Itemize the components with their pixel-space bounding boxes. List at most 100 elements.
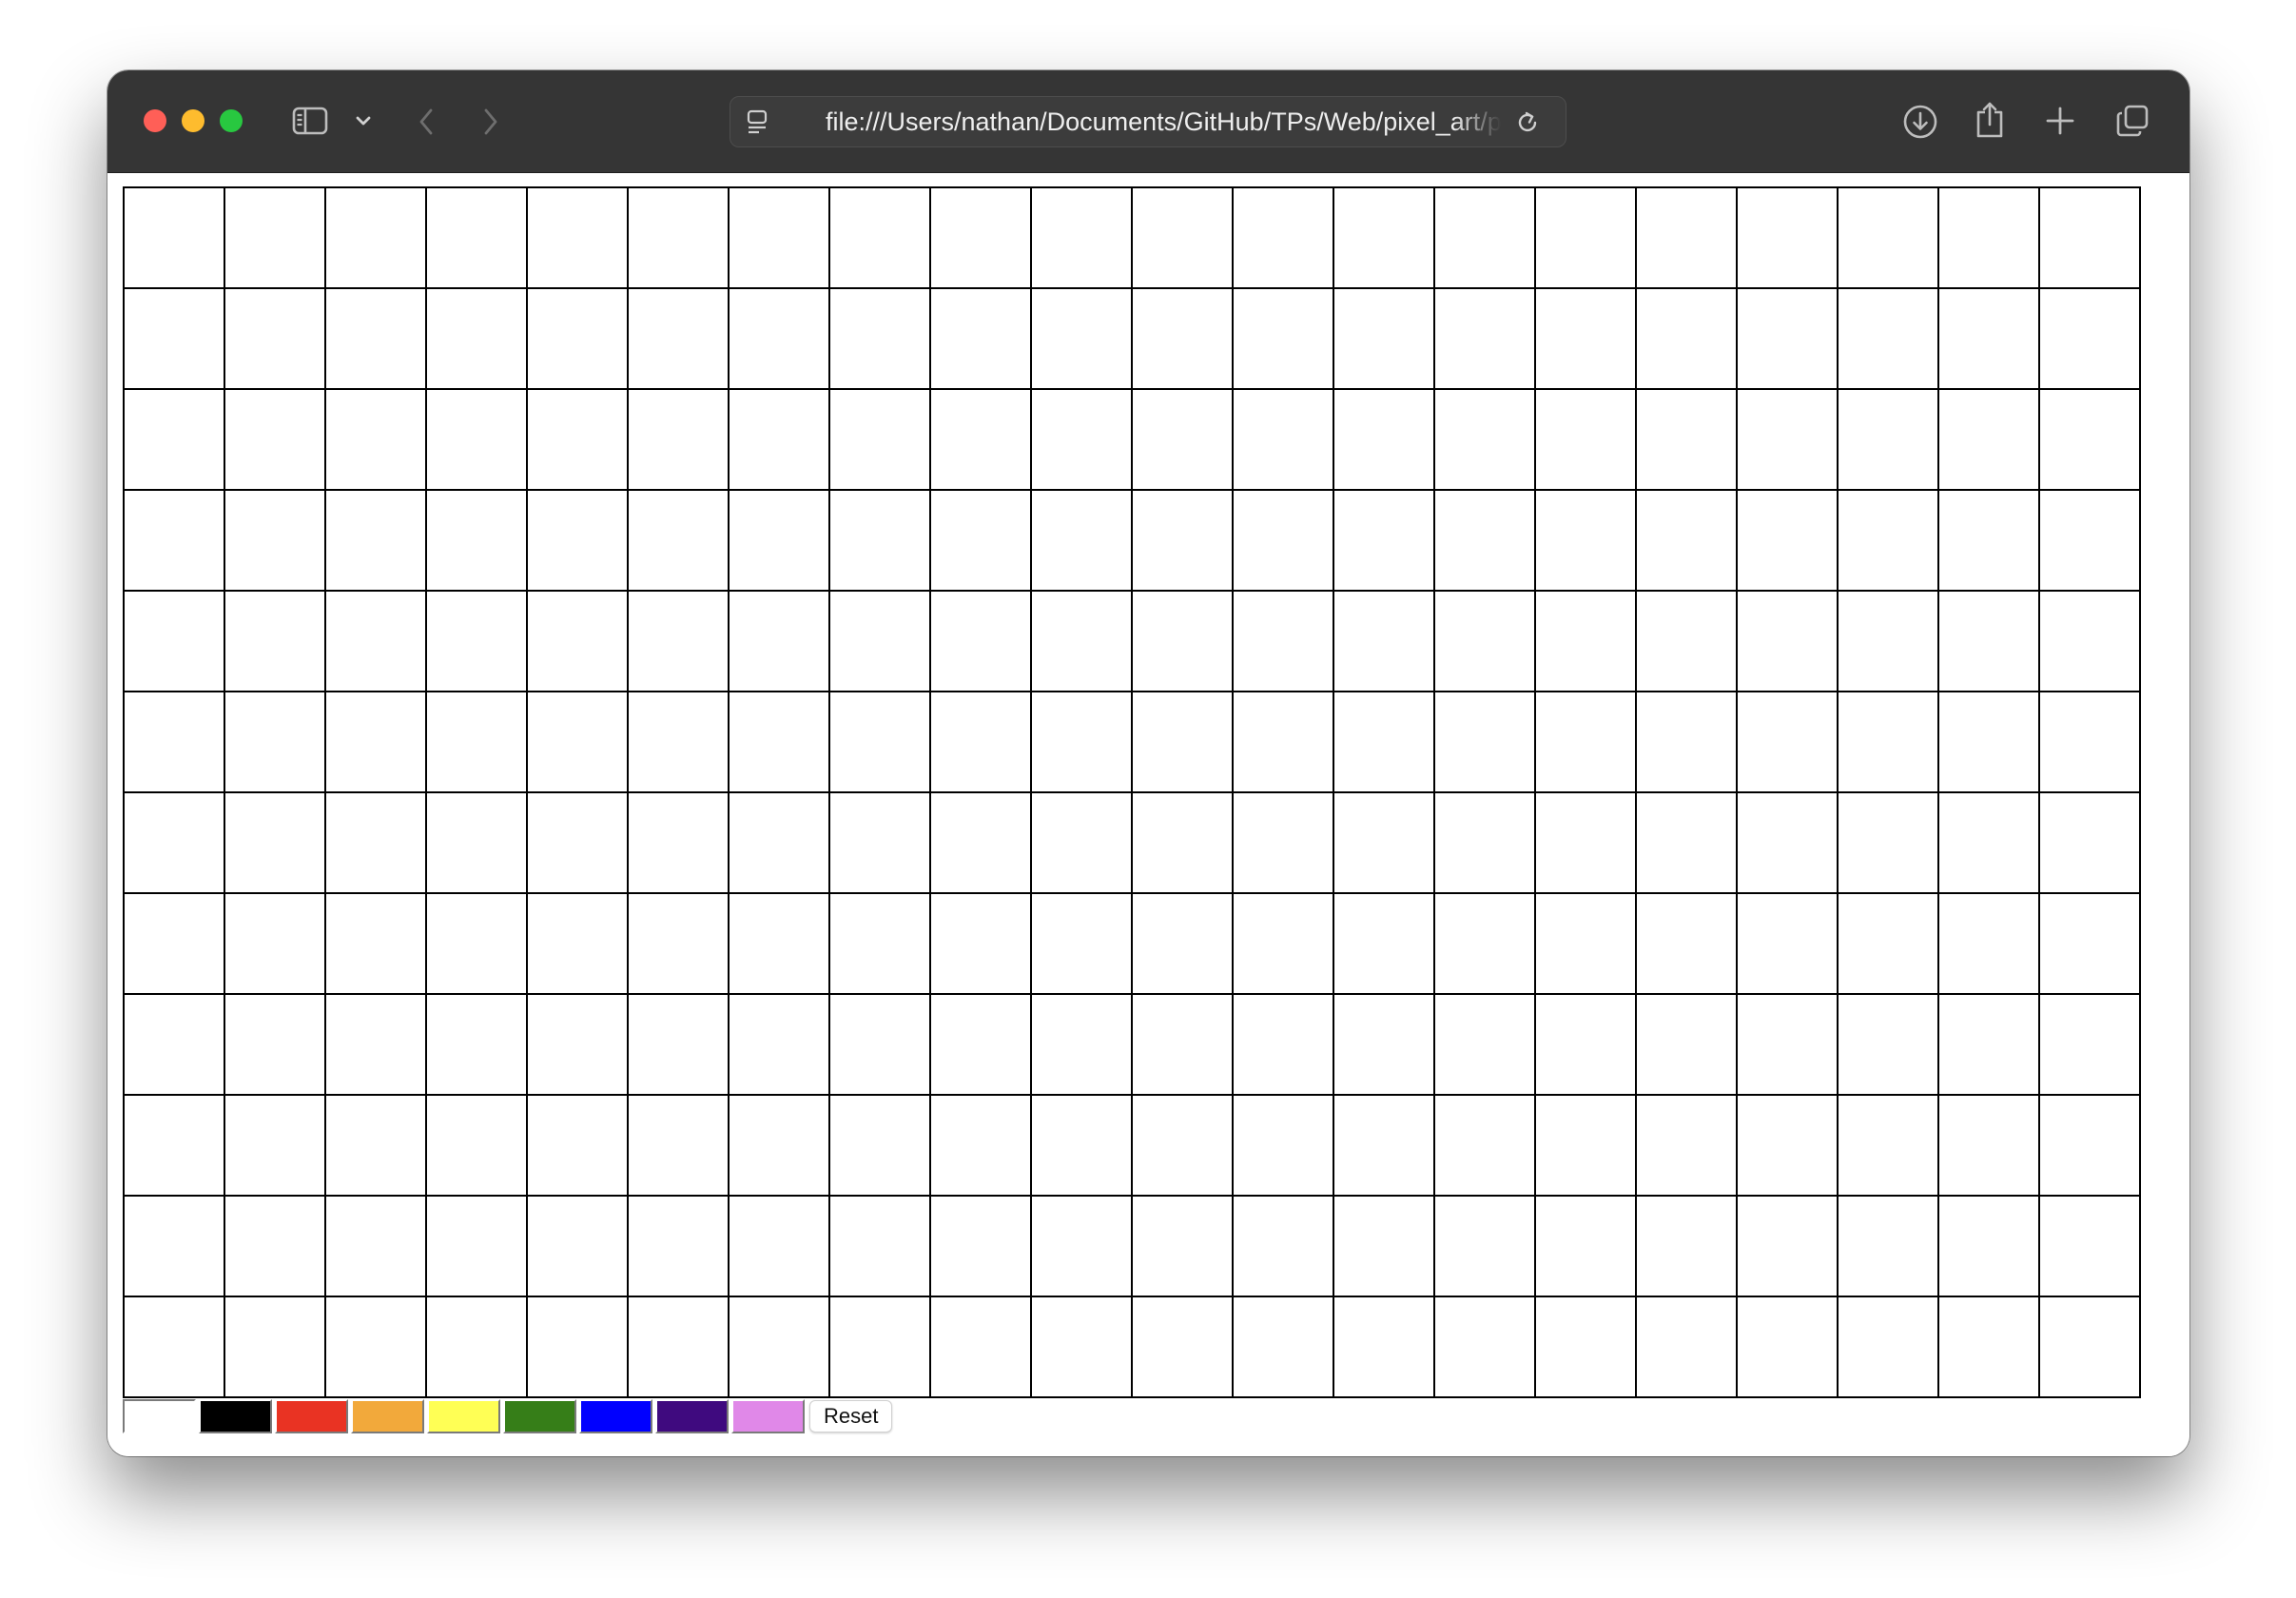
url-text[interactable]: file:///Users/nathan/Documents/GitHub/TP… <box>826 97 1501 146</box>
pixel-cell[interactable] <box>629 1297 730 1398</box>
pixel-cell[interactable] <box>225 491 326 592</box>
page-menu-icon[interactable] <box>744 107 772 136</box>
pixel-cell[interactable] <box>427 692 528 793</box>
pixel-cell[interactable] <box>326 188 427 289</box>
pixel-cell[interactable] <box>1637 692 1738 793</box>
pixel-cell[interactable] <box>1133 1197 1234 1297</box>
pixel-cell[interactable] <box>931 188 1032 289</box>
maximize-window-button[interactable] <box>220 109 243 132</box>
pixel-cell[interactable] <box>1939 692 2040 793</box>
pixel-cell[interactable] <box>1738 793 1839 894</box>
pixel-cell[interactable] <box>1334 1096 1435 1197</box>
pixel-cell[interactable] <box>1334 188 1435 289</box>
pixel-cell[interactable] <box>931 1197 1032 1297</box>
pixel-cell[interactable] <box>1637 390 1738 491</box>
pixel-cell[interactable] <box>1839 390 1939 491</box>
pixel-cell[interactable] <box>1334 793 1435 894</box>
pixel-cell[interactable] <box>225 390 326 491</box>
pixel-cell[interactable] <box>629 289 730 390</box>
pixel-cell[interactable] <box>528 390 629 491</box>
pixel-cell[interactable] <box>1536 491 1637 592</box>
pixel-cell[interactable] <box>931 390 1032 491</box>
pixel-cell[interactable] <box>1435 692 1536 793</box>
pixel-cell[interactable] <box>1536 289 1637 390</box>
pixel-cell[interactable] <box>1334 491 1435 592</box>
pixel-cell[interactable] <box>1435 1096 1536 1197</box>
pixel-cell[interactable] <box>830 692 931 793</box>
pixel-cell[interactable] <box>1032 1197 1133 1297</box>
pixel-cell[interactable] <box>1032 390 1133 491</box>
pixel-cell[interactable] <box>225 1096 326 1197</box>
forward-icon[interactable] <box>478 107 503 137</box>
pixel-cell[interactable] <box>830 894 931 995</box>
pixel-cell[interactable] <box>2040 995 2141 1096</box>
pixel-cell[interactable] <box>629 894 730 995</box>
pixel-cell[interactable] <box>1839 1297 1939 1398</box>
pixel-cell[interactable] <box>1839 995 1939 1096</box>
pixel-cell[interactable] <box>1536 188 1637 289</box>
pixel-cell[interactable] <box>629 491 730 592</box>
share-icon[interactable] <box>1974 99 2006 141</box>
pixel-cell[interactable] <box>1637 491 1738 592</box>
pixel-cell[interactable] <box>931 995 1032 1096</box>
pixel-cell[interactable] <box>830 1297 931 1398</box>
pixel-cell[interactable] <box>1435 1197 1536 1297</box>
pixel-cell[interactable] <box>830 995 931 1096</box>
pixel-cell[interactable] <box>1334 289 1435 390</box>
pixel-cell[interactable] <box>1738 894 1839 995</box>
pixel-cell[interactable] <box>225 188 326 289</box>
pixel-cell[interactable] <box>1637 1197 1738 1297</box>
pixel-cell[interactable] <box>1435 894 1536 995</box>
pixel-cell[interactable] <box>326 491 427 592</box>
pixel-cell[interactable] <box>1939 188 2040 289</box>
back-icon[interactable] <box>414 107 438 137</box>
color-swatch[interactable] <box>731 1399 805 1433</box>
pixel-cell[interactable] <box>225 1297 326 1398</box>
pixel-cell[interactable] <box>931 1297 1032 1398</box>
pixel-cell[interactable] <box>1738 188 1839 289</box>
pixel-cell[interactable] <box>528 188 629 289</box>
pixel-cell[interactable] <box>830 390 931 491</box>
pixel-cell[interactable] <box>730 1197 830 1297</box>
pixel-cell[interactable] <box>225 995 326 1096</box>
pixel-cell[interactable] <box>830 1096 931 1197</box>
pixel-cell[interactable] <box>1637 995 1738 1096</box>
pixel-cell[interactable] <box>2040 1197 2141 1297</box>
pixel-cell[interactable] <box>528 491 629 592</box>
pixel-cell[interactable] <box>125 1096 225 1197</box>
pixel-cell[interactable] <box>931 289 1032 390</box>
pixel-cell[interactable] <box>730 793 830 894</box>
pixel-cell[interactable] <box>629 1197 730 1297</box>
pixel-cell[interactable] <box>1939 1096 2040 1197</box>
pixel-cell[interactable] <box>730 188 830 289</box>
pixel-cell[interactable] <box>225 793 326 894</box>
pixel-cell[interactable] <box>1637 793 1738 894</box>
pixel-cell[interactable] <box>1133 1096 1234 1197</box>
pixel-cell[interactable] <box>1234 592 1334 692</box>
pixel-cell[interactable] <box>1738 592 1839 692</box>
pixel-cell[interactable] <box>1939 491 2040 592</box>
pixel-cell[interactable] <box>730 491 830 592</box>
pixel-cell[interactable] <box>427 995 528 1096</box>
pixel-cell[interactable] <box>1738 289 1839 390</box>
close-window-button[interactable] <box>144 109 166 132</box>
pixel-cell[interactable] <box>1435 592 1536 692</box>
pixel-cell[interactable] <box>1133 491 1234 592</box>
pixel-cell[interactable] <box>1637 592 1738 692</box>
pixel-cell[interactable] <box>1637 894 1738 995</box>
color-swatch[interactable] <box>655 1399 729 1433</box>
pixel-cell[interactable] <box>326 894 427 995</box>
pixel-cell[interactable] <box>1234 188 1334 289</box>
pixel-cell[interactable] <box>528 592 629 692</box>
pixel-cell[interactable] <box>1839 894 1939 995</box>
pixel-cell[interactable] <box>1939 995 2040 1096</box>
pixel-cell[interactable] <box>1738 1197 1839 1297</box>
pixel-cell[interactable] <box>730 995 830 1096</box>
pixel-cell[interactable] <box>830 793 931 894</box>
pixel-cell[interactable] <box>1939 289 2040 390</box>
pixel-cell[interactable] <box>1839 188 1939 289</box>
pixel-cell[interactable] <box>1939 390 2040 491</box>
minimize-window-button[interactable] <box>182 109 204 132</box>
pixel-cell[interactable] <box>326 1096 427 1197</box>
pixel-cell[interactable] <box>427 793 528 894</box>
